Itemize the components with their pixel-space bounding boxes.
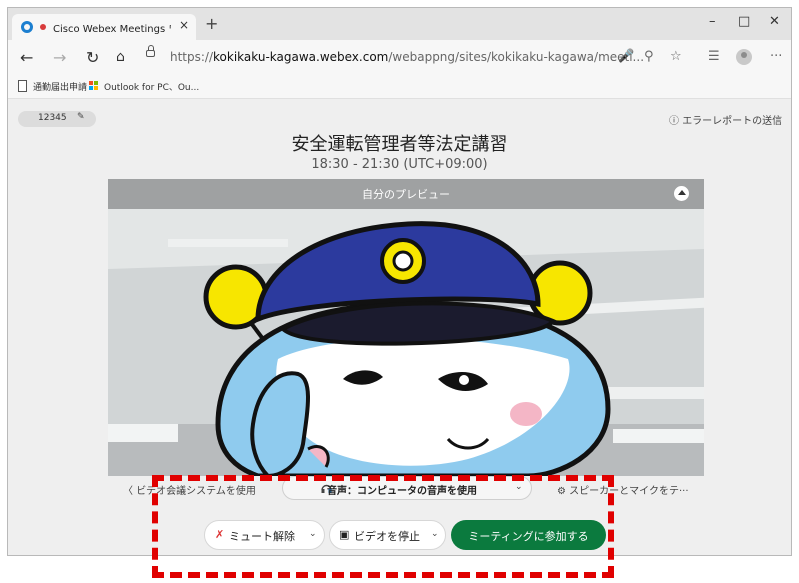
browser-tab[interactable]: Cisco Webex Meetings ウェ × (12, 14, 196, 40)
zoom-icon[interactable]: ⚲ (644, 49, 654, 64)
minimize-button[interactable]: – (709, 14, 716, 29)
highlight-box (152, 475, 614, 578)
tab-title: Cisco Webex Meetings ウェ (53, 24, 171, 35)
pencil-icon[interactable]: ✎ (77, 112, 85, 122)
webex-favicon-icon (21, 21, 33, 33)
document-icon (18, 80, 27, 92)
bookmarks-bar: 通勤届出申請 Outlook for PC、Ou... (8, 76, 791, 99)
more-menu-button[interactable]: ··· (770, 49, 782, 64)
tab-strip: Cisco Webex Meetings ウェ × + – □ ✕ (8, 8, 791, 40)
video-preview (108, 209, 704, 476)
microphone-icon[interactable]: 🎤 (618, 49, 634, 64)
url-scheme: https:// (170, 50, 214, 64)
favorite-star-icon[interactable]: ☆ (670, 49, 682, 64)
error-report-label: エラーレポートの送信 (682, 116, 783, 127)
address-bar[interactable]: https://kokikaku-kagawa.webex.com/webapp… (170, 50, 644, 64)
meeting-id: 12345 (38, 113, 67, 123)
back-button[interactable]: ← (20, 48, 33, 67)
refresh-button[interactable]: ↻ (86, 48, 99, 67)
browser-toolbar: ← → ↻ ⌂ https://kokikaku-kagawa.webex.co… (8, 40, 791, 76)
tab-close-button[interactable]: × (179, 18, 189, 32)
bookmark-commute[interactable]: 通勤届出申請 (33, 80, 87, 93)
meeting-time: 18:30 - 21:30 (UTC+09:00) (311, 157, 488, 172)
close-window-button[interactable]: ✕ (769, 14, 780, 29)
error-report-link[interactable]: ⓘ エラーレポートの送信 (669, 112, 782, 127)
preview-label: 自分のプレビュー (362, 188, 450, 201)
meeting-id-pill[interactable]: 12345 ✎ (18, 111, 96, 127)
new-tab-button[interactable]: + (205, 14, 218, 33)
preview-header: 自分のプレビュー (108, 179, 704, 209)
recording-dot-icon (40, 24, 46, 30)
maximize-button[interactable]: □ (738, 14, 750, 29)
favorites-list-icon[interactable]: ☰ (708, 49, 720, 64)
forward-button[interactable]: → (53, 48, 66, 67)
meeting-title: 安全運転管理者等法定講習 (291, 134, 508, 155)
lock-icon (146, 45, 155, 57)
collapse-preview-button[interactable] (674, 186, 689, 201)
microsoft-icon (89, 81, 99, 91)
self-preview-panel: 自分のプレビュー (108, 179, 704, 476)
browser-window: Cisco Webex Meetings ウェ × + – □ ✕ ← → ↻ … (7, 7, 792, 556)
url-path: /webappng/sites/kokikaku-kagawa/meeti... (388, 50, 645, 64)
profile-avatar[interactable] (736, 49, 752, 65)
home-button[interactable]: ⌂ (116, 49, 125, 65)
url-host: kokikaku-kagawa.webex.com (213, 50, 389, 64)
bookmark-outlook[interactable]: Outlook for PC、Ou... (104, 80, 199, 93)
